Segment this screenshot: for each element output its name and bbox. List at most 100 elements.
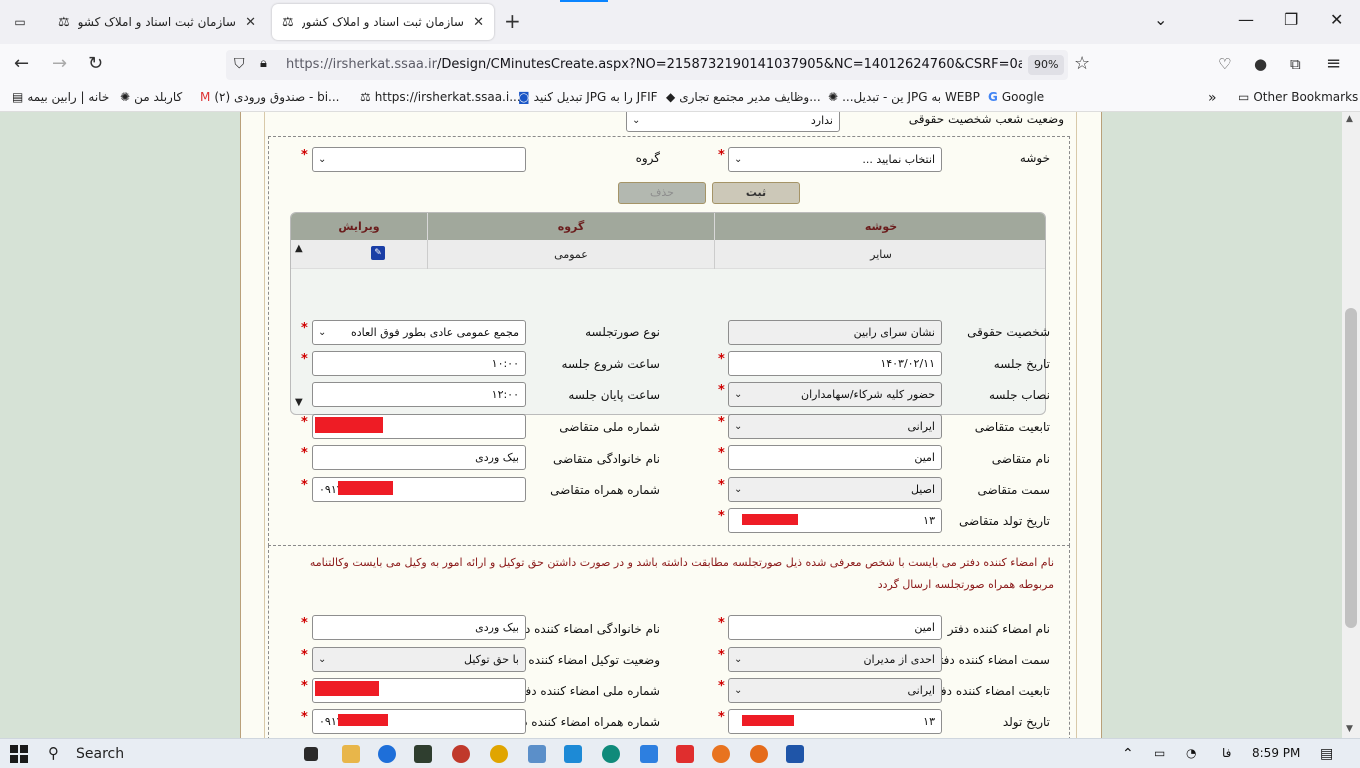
chevron-down-icon: ⌄: [734, 685, 743, 696]
branch-status-select[interactable]: ندارد ⌄: [626, 112, 840, 132]
bookmark-item[interactable]: ✺ کاربلد من: [120, 90, 182, 104]
task-view-icon[interactable]: [304, 747, 318, 761]
reload-icon[interactable]: ↻: [88, 53, 103, 75]
new-tab-button[interactable]: +: [504, 10, 521, 32]
extensions-icon[interactable]: ⧉: [1290, 53, 1301, 75]
signer-role-select[interactable]: احدی از مدیران ⌄: [728, 647, 942, 672]
close-tab-icon[interactable]: ✕: [473, 15, 484, 30]
signer-name-label: نام امضاء کننده دفتر: [947, 622, 1050, 636]
firefox-icon[interactable]: [712, 745, 730, 763]
scrollbar-thumb[interactable]: [1345, 308, 1357, 628]
show-hidden-icons-icon[interactable]: ⌃: [1122, 746, 1134, 762]
end-time-field[interactable]: ۱۲:۰۰: [312, 382, 526, 407]
page-scrollbar[interactable]: ▲ ▼: [1342, 112, 1360, 738]
app-icon[interactable]: [640, 745, 658, 763]
legal-entity-field[interactable]: نشان سرای رابین: [728, 320, 942, 345]
wifi-icon[interactable]: ◔: [1186, 746, 1196, 760]
pocket-icon[interactable]: ♡: [1218, 53, 1231, 75]
app-icon[interactable]: [528, 745, 546, 763]
app-icon[interactable]: [564, 745, 582, 763]
bookmark-label: Google: [1001, 90, 1045, 104]
grid-header: خوشه گروه ویرایش: [291, 213, 1045, 240]
app-icon[interactable]: [452, 745, 470, 763]
app-icon[interactable]: [414, 745, 432, 763]
input-language[interactable]: فا: [1222, 746, 1231, 760]
notifications-icon[interactable]: ▤: [1320, 746, 1333, 762]
bookmark-item[interactable]: M (۲) صندوق ورودی - bi...: [200, 90, 340, 104]
anydesk-icon[interactable]: [676, 745, 694, 763]
other-bookmarks[interactable]: ▭ Other Bookmarks: [1238, 90, 1358, 104]
bookmark-label: (۲) صندوق ورودی - bi...: [214, 90, 340, 104]
signer-family-field[interactable]: بیک وردی: [312, 615, 526, 640]
bookmark-item[interactable]: ✺ ...ین - تبدیل JPG به WEBP: [828, 90, 980, 104]
clock-time[interactable]: 8:59 PM: [1252, 746, 1300, 760]
signer-nationality-select[interactable]: ایرانی ⌄: [728, 678, 942, 703]
list-all-tabs-icon[interactable]: ⌄: [1154, 10, 1167, 29]
chrome-icon[interactable]: [490, 745, 508, 763]
bookmark-item[interactable]: ◆ وظایف مدیر مجتمع تجاری...: [666, 90, 821, 104]
required-marker: *: [301, 446, 308, 461]
scroll-up-icon[interactable]: ▲: [295, 243, 303, 254]
delete-button[interactable]: حذف: [618, 182, 706, 204]
file-explorer-icon[interactable]: [342, 745, 360, 763]
bookmark-item[interactable]: G Google: [988, 90, 1044, 104]
minimize-button[interactable]: —: [1238, 10, 1254, 29]
scroll-up-icon[interactable]: ▲: [1346, 114, 1353, 124]
browser-tab-active[interactable]: ⚖ سازمان ثبت اسناد و املاک کشور ✕: [272, 4, 494, 40]
windows-start-icon[interactable]: [10, 745, 28, 763]
scroll-down-icon[interactable]: ▼: [1346, 724, 1353, 734]
signer-power-select[interactable]: با حق توکیل ⌄: [312, 647, 526, 672]
cluster-select[interactable]: انتخاب نمایید ... ⌄: [728, 147, 942, 172]
battery-icon[interactable]: ▭: [1154, 746, 1165, 760]
bookmark-star-icon[interactable]: ☆: [1074, 53, 1090, 74]
taskbar-search[interactable]: ⚲ Search: [40, 739, 290, 768]
address-bar[interactable]: ⛉ 🔒︎ https://irsherkat.ssaa.ir/Design/CM…: [226, 50, 1068, 80]
browser-tab[interactable]: ⚖ سازمان ثبت اسناد و املاک کشور ✕: [48, 4, 266, 40]
site-favicon-icon: ⚖: [58, 14, 70, 30]
edit-icon[interactable]: ✎: [371, 246, 385, 260]
search-label: Search: [76, 746, 125, 762]
back-icon[interactable]: ←: [14, 53, 29, 75]
signer-name-field[interactable]: امین: [728, 615, 942, 640]
more-bookmarks-icon[interactable]: »: [1208, 90, 1217, 106]
applicant-nationality-select[interactable]: ایرانی ⌄: [728, 414, 942, 439]
signer-family-label: نام خانوادگی امضاء کننده دفتر: [508, 622, 660, 636]
url-text[interactable]: https://irsherkat.ssaa.ir/Design/CMinute…: [286, 57, 1022, 72]
app-icon[interactable]: [750, 745, 768, 763]
bookmark-item[interactable]: ⚖ https://irsherkat.ssaa.i...: [360, 90, 521, 104]
table-row[interactable]: سایر عمومی ✎: [291, 240, 1045, 269]
zoom-level[interactable]: 90%: [1028, 55, 1065, 75]
maximize-button[interactable]: ❐: [1284, 10, 1298, 29]
cluster-label: خوشه: [1019, 151, 1050, 165]
quorum-select[interactable]: حضور کلیه شرکاء/سهامداران ⌄: [728, 382, 942, 407]
save-button[interactable]: ثبت: [712, 182, 800, 204]
divider: [1076, 112, 1077, 738]
group-select[interactable]: ⌄: [312, 147, 526, 172]
chevron-down-icon: ⌄: [318, 327, 327, 338]
windows-taskbar: ⚲ Search ⌃ ▭ ◔ فا 8:59 PM ▤: [0, 738, 1360, 768]
chevron-down-icon: ⌄: [734, 484, 743, 495]
forward-icon[interactable]: →: [52, 53, 67, 75]
bookmark-item[interactable]: ◙ تبدیل کنید JPG را به JFIF: [518, 90, 658, 104]
word-icon[interactable]: [786, 745, 804, 763]
applicant-family-field[interactable]: بیک وردی: [312, 445, 526, 470]
close-window-button[interactable]: ✕: [1330, 10, 1343, 29]
account-icon[interactable]: ●: [1254, 53, 1267, 75]
lock-icon[interactable]: 🔒︎: [260, 56, 267, 71]
redaction-block: [742, 715, 794, 726]
edge-icon[interactable]: [602, 745, 620, 763]
converter-icon: ◙: [518, 90, 530, 104]
scroll-down-icon[interactable]: ▼: [295, 397, 303, 408]
branch-status-value: ندارد: [810, 114, 833, 127]
applicant-role-select[interactable]: اصیل ⌄: [728, 477, 942, 502]
internet-explorer-icon[interactable]: [378, 745, 396, 763]
tab-list-icon[interactable]: ▭: [8, 10, 32, 34]
start-time-field[interactable]: ۱۰:۰۰: [312, 351, 526, 376]
close-tab-icon[interactable]: ✕: [245, 15, 256, 30]
bookmark-item[interactable]: ▤ خانه | رابین بیمه: [12, 90, 109, 104]
applicant-name-field[interactable]: امین: [728, 445, 942, 470]
meeting-date-field[interactable]: ۱۴۰۳/۰۲/۱۱: [728, 351, 942, 376]
minutes-type-select[interactable]: مجمع عمومی عادی بطور فوق العاده ⌄: [312, 320, 526, 345]
menu-icon[interactable]: ≡: [1326, 53, 1341, 75]
shield-icon[interactable]: ⛉: [234, 56, 245, 72]
